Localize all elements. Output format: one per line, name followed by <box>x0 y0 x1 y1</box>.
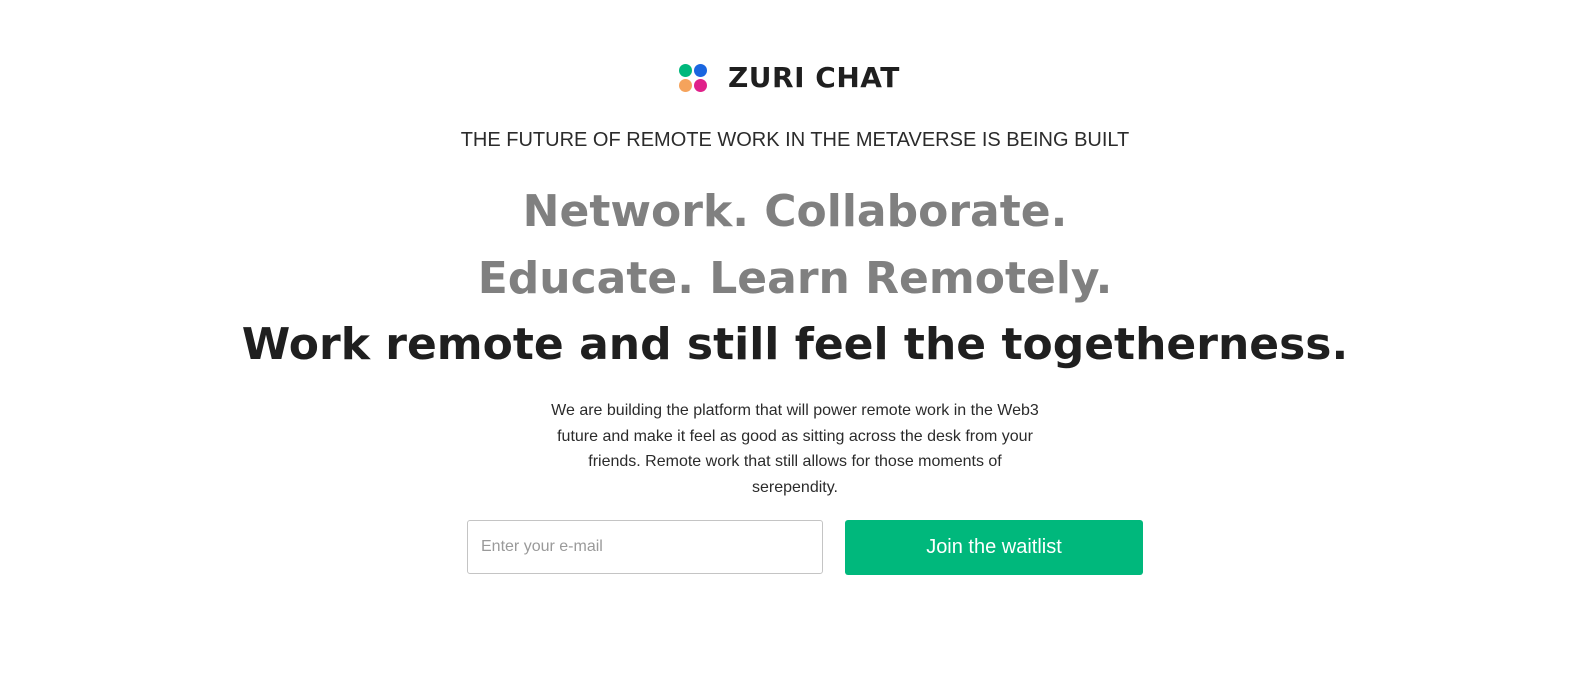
logo-dot-blue <box>694 64 707 77</box>
logo-dot-orange <box>679 79 692 92</box>
brand-header: ZURI CHAT <box>678 60 900 94</box>
join-waitlist-button[interactable]: Join the waitlist <box>845 520 1143 575</box>
brand-name: ZURI CHAT <box>728 60 900 94</box>
email-input[interactable] <box>467 520 823 574</box>
hero-description: We are building the platform that will p… <box>551 402 1039 496</box>
headline-line-2: Educate. Learn Remotely. <box>477 253 1113 304</box>
headline-line-1: Network. Collaborate. <box>522 186 1068 237</box>
landing-page: ZURI CHAT THE FUTURE OF REMOTE WORK IN T… <box>0 0 1576 673</box>
logo-dot-green <box>679 64 692 77</box>
headline-line-3: Work remote and still feel the togethern… <box>241 319 1349 370</box>
logo-dot-magenta <box>694 79 707 92</box>
hero-tagline: THE FUTURE OF REMOTE WORK IN THE METAVER… <box>460 129 1130 151</box>
four-dots-logo-icon <box>678 62 708 92</box>
